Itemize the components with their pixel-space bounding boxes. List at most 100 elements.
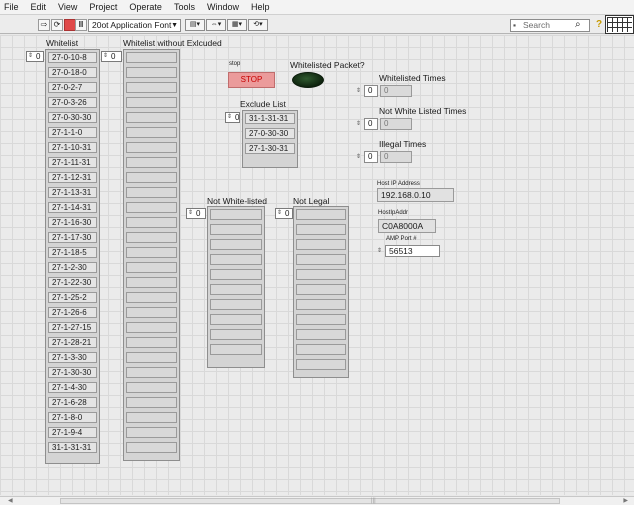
whitelist-element[interactable]: 27-1-26-6 — [48, 307, 97, 318]
whitelist-without-excluded-element — [126, 292, 177, 303]
horizontal-scrollbar[interactable]: ◀ ||| ▶ — [0, 496, 634, 505]
whitelist-array[interactable]: 27-0-10-8 27-0-18-0 27-0-2-7 27-0-3-26 27-0-… — [45, 49, 100, 464]
not-legal-index[interactable]: ⇕ 0 — [275, 208, 293, 219]
whitelist-without-excluded-element — [126, 382, 177, 393]
whitelist-element[interactable]: 27-1-17-30 — [48, 232, 97, 243]
run-continuously-icon[interactable]: ⟳ — [51, 19, 63, 31]
not-whitelisted-element — [210, 224, 262, 235]
whitelist-without-excluded-element — [126, 127, 177, 138]
exclude-list-element[interactable]: 31-1-31-31 — [245, 113, 295, 124]
not-whitelisted-element — [210, 239, 262, 250]
run-arrow-icon[interactable]: ⇨ — [38, 19, 50, 31]
whitelist-element[interactable]: 27-1-28-21 — [48, 337, 97, 348]
whitelist-without-excluded-element — [126, 427, 177, 438]
whitelist-element[interactable]: 27-1-30-30 — [48, 367, 97, 378]
whitelist-without-excluded-element — [126, 397, 177, 408]
whitelist-element[interactable]: 27-0-2-7 — [48, 82, 97, 93]
whitelist-without-excluded-element — [126, 262, 177, 273]
whitelist-element[interactable]: 27-1-16-30 — [48, 217, 97, 228]
not-legal-element — [296, 209, 346, 220]
amp-port-control[interactable]: 56513 — [385, 245, 440, 257]
help-icon[interactable]: ? — [594, 19, 604, 32]
whitelist-element[interactable]: 27-1-3-30 — [48, 352, 97, 363]
whitelist-element[interactable]: 31-1-31-31 — [48, 442, 97, 453]
whitelist-without-excluded-element — [126, 247, 177, 258]
illegal-times-label: Illegal Times — [379, 139, 427, 149]
whitelist-without-excluded-label: Whitelist without Exlcuded — [123, 38, 222, 48]
whitelist-label: Whitelist — [46, 38, 79, 48]
menu-item-tools[interactable]: Tools — [168, 0, 201, 15]
not-legal-element — [296, 224, 346, 235]
whitelist-without-excluded-element — [126, 67, 177, 78]
whitelist-element[interactable]: 27-1-25-2 — [48, 292, 97, 303]
whitelist-without-excluded-element — [126, 232, 177, 243]
font-selector[interactable]: 20ot Application Font ▼ — [88, 19, 181, 32]
scrollbar-thumb[interactable] — [60, 498, 560, 504]
whitelist-element[interactable]: 27-1-14-31 — [48, 202, 97, 213]
search-icon[interactable]: ⌕ — [575, 19, 589, 32]
not-whitelisted-element — [210, 254, 262, 265]
menu-item-view[interactable]: View — [52, 0, 83, 15]
whitelist-without-excluded-index[interactable]: ⇕ 0 — [101, 51, 122, 62]
whitelist-without-excluded-element — [126, 442, 177, 453]
stop-button[interactable]: STOP — [228, 72, 275, 88]
exclude-list-label: Exclude List — [240, 99, 286, 109]
exclude-list-element[interactable]: 27-0-30-30 — [245, 128, 295, 139]
pause-icon[interactable]: II — [75, 19, 87, 31]
search-field-icon: ▪ — [513, 20, 517, 30]
whitelist-element[interactable]: 27-1-2-30 — [48, 262, 97, 273]
whitelist-element[interactable]: 27-0-30-30 — [48, 112, 97, 123]
not-legal-element — [296, 329, 346, 340]
exclude-list-index[interactable]: ⇕ 0 — [225, 112, 240, 123]
whitelist-element[interactable]: 27-1-18-5 — [48, 247, 97, 258]
whitelist-element[interactable]: 27-1-13-31 — [48, 187, 97, 198]
not-legal-element — [296, 299, 346, 310]
spinner-icon: ⇕ — [103, 53, 109, 59]
whitelist-element[interactable]: 27-1-9-4 — [48, 427, 97, 438]
whitelist-element[interactable]: 27-0-10-8 — [48, 52, 97, 63]
not-legal-element — [296, 284, 346, 295]
whitelist-without-excluded-element — [126, 112, 177, 123]
whitelist-element[interactable]: 27-0-3-26 — [48, 97, 97, 108]
menu-item-edit[interactable]: Edit — [25, 0, 53, 15]
whitelisted-times-control[interactable]: 0 — [364, 85, 378, 97]
menu-item-operate[interactable]: Operate — [123, 0, 168, 15]
not-legal-element — [296, 344, 346, 355]
host-ip-address-label: Host IP Address — [377, 181, 420, 187]
whitelist-element[interactable]: 27-0-18-0 — [48, 67, 97, 78]
whitelist-element[interactable]: 27-1-12-31 — [48, 172, 97, 183]
whitelist-element[interactable]: 27-1-6-28 — [48, 397, 97, 408]
menu-item-window[interactable]: Window — [201, 0, 245, 15]
scroll-right-icon[interactable]: ▶ — [623, 497, 628, 505]
whitelist-element[interactable]: 27-1-22-30 — [48, 277, 97, 288]
whitelist-element[interactable]: 27-1-4-30 — [48, 382, 97, 393]
menu-item-file[interactable]: File — [0, 0, 25, 15]
whitelist-element[interactable]: 27-1-27-15 — [48, 322, 97, 333]
not-whitelisted-element — [210, 269, 262, 280]
exclude-list-element[interactable]: 27-1-30-31 — [245, 143, 295, 154]
whitelist-element[interactable]: 27-1-11-31 — [48, 157, 97, 168]
whitelist-element[interactable]: 27-1-1-0 — [48, 127, 97, 138]
whitelist-index[interactable]: ⇕ 0 — [26, 51, 44, 62]
vi-connector-pane-icon[interactable] — [605, 15, 634, 34]
not-whitelisted-element — [210, 329, 262, 340]
whitelisted-times-indicator: 0 — [380, 85, 412, 97]
not-whitelisted-index[interactable]: ⇕ 0 — [186, 208, 206, 219]
menu-item-project[interactable]: Project — [83, 0, 123, 15]
not-legal-element — [296, 314, 346, 325]
whitelist-element[interactable]: 27-1-10-31 — [48, 142, 97, 153]
scroll-left-icon[interactable]: ◀ — [8, 497, 13, 505]
whitelist-element[interactable]: 27-1-8-0 — [48, 412, 97, 423]
whitelist-without-excluded-element — [126, 277, 177, 288]
whitelist-without-excluded-element — [126, 307, 177, 318]
reorder-icon[interactable]: ⟲▾ — [248, 19, 268, 31]
align-objects-icon[interactable]: ▤▾ — [185, 19, 205, 31]
not-whitelisted-times-control[interactable]: 0 — [364, 118, 378, 130]
menu-item-help[interactable]: Help — [245, 0, 276, 15]
not-whitelisted-label: Not White-listed — [207, 196, 267, 206]
exclude-list-array[interactable]: 31-1-31-31 27-0-30-30 27-1-30-31 — [242, 110, 298, 168]
resize-objects-icon[interactable]: ▦▾ — [227, 19, 247, 31]
host-ip-addr-indicator: C0A8000A — [378, 219, 436, 233]
illegal-times-control[interactable]: 0 — [364, 151, 378, 163]
distribute-objects-icon[interactable]: ⇔▾ — [206, 19, 226, 31]
